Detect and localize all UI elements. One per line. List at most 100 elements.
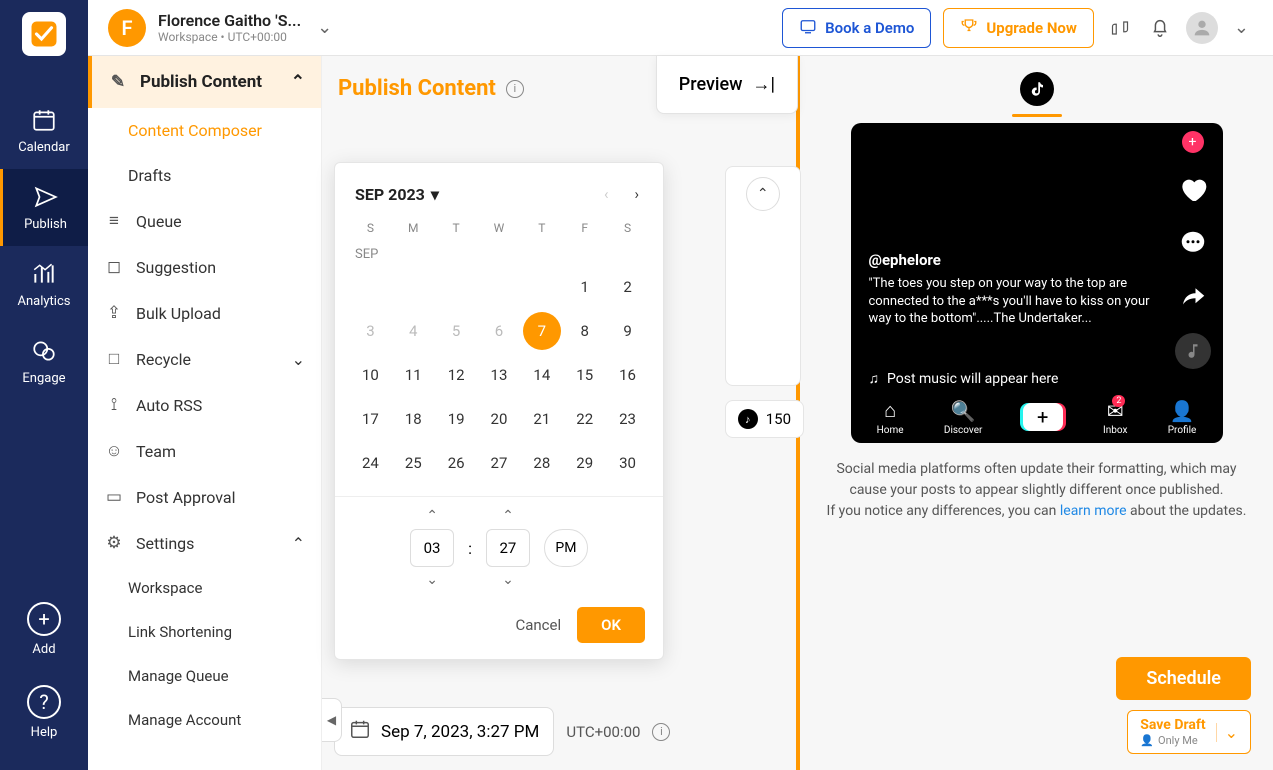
profile-avatar[interactable] [1186,12,1218,44]
help-icon: ? [27,685,61,719]
calendar-day[interactable]: 14 [520,356,563,394]
upgrade-button[interactable]: Upgrade Now [943,8,1094,48]
month-sublabel: SEP [335,241,663,264]
calendar-day[interactable]: 28 [520,444,563,482]
ampm-toggle[interactable]: PM [544,529,588,567]
datetime-display[interactable]: Sep 7, 2023, 3:27 PM [334,707,554,756]
hour-input[interactable]: 03 [410,529,454,567]
calendar-day[interactable]: 20 [478,400,521,438]
nav-autorss[interactable]: ⟟Auto RSS [88,382,321,428]
calendar-day[interactable]: 21 [520,400,563,438]
info-icon[interactable]: i [652,723,670,741]
chevron-down-icon[interactable]: ⌄ [1216,723,1238,742]
minute-up-button[interactable]: ⌃ [497,507,519,525]
calendar-day[interactable]: 1 [563,268,606,306]
month-selector[interactable]: SEP 2023 ▾ [355,185,439,204]
nav-settings-manage-account[interactable]: Manage Account [88,698,321,742]
nav-content-composer[interactable]: Content Composer [88,108,321,153]
rail-analytics[interactable]: Analytics [0,246,88,323]
chevron-down-icon: ⌄ [292,350,305,369]
ok-button[interactable]: OK [577,607,645,643]
calendar-day[interactable]: 5 [435,312,478,350]
page-title: Publish Content [338,76,496,101]
preview-notice: Social media platforms often update thei… [824,459,1249,522]
calendar-day [435,268,478,306]
calendar-day[interactable]: 4 [392,312,435,350]
calendar-day[interactable]: 8 [563,312,606,350]
nav-settings-manage-queue[interactable]: Manage Queue [88,654,321,698]
calendar-day[interactable]: 19 [435,400,478,438]
calendar-day[interactable]: 7 [523,312,561,350]
calendar-day[interactable]: 3 [349,312,392,350]
calendar-day [520,268,563,306]
calendar-day[interactable]: 26 [435,444,478,482]
calendar-day[interactable]: 13 [478,356,521,394]
calendar-day[interactable]: 18 [392,400,435,438]
save-draft-button[interactable]: Save Draft 👤Only Me ⌄ [1127,710,1251,754]
workspace-selector[interactable]: Florence Gaitho 'S... Workspace • UTC+00… [158,11,301,45]
nav-approval[interactable]: ▭Post Approval [88,474,321,520]
book-demo-button[interactable]: Book a Demo [782,8,931,48]
plus-icon: + [1023,403,1063,431]
cancel-button[interactable]: Cancel [515,616,561,634]
calendar-day[interactable]: 2 [606,268,649,306]
calendar-day[interactable]: 12 [435,356,478,394]
nav-settings-workspace[interactable]: Workspace [88,566,321,610]
tiktok-preview: + @ephelore "The toes you step on your w… [851,123,1223,443]
prev-month-button[interactable]: ‹ [600,181,613,207]
nav-settings[interactable]: ⚙Settings⌃ [88,520,321,566]
datetime-value: Sep 7, 2023, 3:27 PM [381,722,539,742]
calendar-day[interactable]: 24 [349,444,392,482]
rail-engage[interactable]: Engage [0,323,88,400]
compose-column: Publish Content i Preview →| ⌃ ♪ 150 SEP… [322,56,800,770]
nav-recycle[interactable]: □Recycle⌄ [88,336,321,382]
hour-up-button[interactable]: ⌃ [421,507,443,525]
calendar-day[interactable]: 11 [392,356,435,394]
hour-down-button[interactable]: ⌄ [421,571,443,589]
learn-more-link[interactable]: learn more [1060,503,1127,519]
collapse-sidepanel-button[interactable]: ◀ [322,698,342,742]
calendar-day[interactable]: 25 [392,444,435,482]
calendar-day[interactable]: 23 [606,400,649,438]
calendar-day[interactable]: 9 [606,312,649,350]
chevron-down-icon[interactable]: ⌄ [313,13,336,42]
rail-publish[interactable]: Publish [0,169,88,246]
minute-down-button[interactable]: ⌄ [497,571,519,589]
calendar-day[interactable]: 15 [563,356,606,394]
tiktok-nav: ⌂Home 🔍Discover + 2✉Inbox 👤Profile [851,391,1223,443]
calendar-day[interactable]: 10 [349,356,392,394]
calendar-day[interactable]: 22 [563,400,606,438]
nav-drafts[interactable]: Drafts [88,153,321,198]
nav-bulk-upload[interactable]: ⇪Bulk Upload [88,290,321,336]
rail-calendar[interactable]: Calendar [0,92,88,169]
next-month-button[interactable]: › [630,181,643,207]
recycle-icon: □ [104,349,124,369]
rail-add[interactable]: + Add [0,588,88,671]
chevron-down-icon[interactable]: ⌄ [1230,13,1253,42]
panel-header-publish[interactable]: ✎ Publish Content ⌃ [88,56,321,108]
rail-label: Analytics [18,294,71,309]
minute-input[interactable]: 27 [486,529,530,567]
topbar: F Florence Gaitho 'S... Workspace • UTC+… [88,0,1273,56]
preview-tab-tiktok[interactable] [1020,72,1054,106]
dropdown-icon: ▾ [431,185,439,204]
preview-toggle[interactable]: Preview →| [656,56,798,114]
nav-team[interactable]: ☺Team [88,428,321,474]
info-icon[interactable]: i [506,80,524,98]
calendar-day[interactable]: 17 [349,400,392,438]
schedule-button[interactable]: Schedule [1116,657,1251,700]
send-icon [32,183,60,211]
calendar-day[interactable]: 29 [563,444,606,482]
calendar-day[interactable]: 6 [478,312,521,350]
bell-icon[interactable] [1146,14,1174,42]
calendar-day[interactable]: 27 [478,444,521,482]
calendar-day[interactable]: 16 [606,356,649,394]
nav-queue[interactable]: ≡Queue [88,198,321,244]
nav-settings-link[interactable]: Link Shortening [88,610,321,654]
nav-suggestion[interactable]: ◻Suggestion [88,244,321,290]
feedback-icon[interactable] [1106,14,1134,42]
rail-help[interactable]: ? Help [0,671,88,754]
workspace-avatar[interactable]: F [108,9,146,47]
collapse-card-button[interactable]: ⌃ [746,177,780,211]
calendar-day[interactable]: 30 [606,444,649,482]
